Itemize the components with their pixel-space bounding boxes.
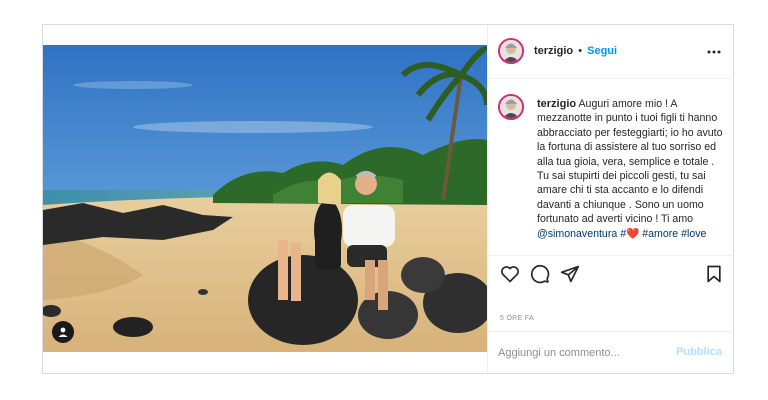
avatar[interactable] [498, 38, 524, 64]
bookmark-icon[interactable] [704, 264, 724, 284]
follow-button[interactable]: Segui [587, 45, 617, 57]
hashtag-amore[interactable]: #amore [642, 228, 678, 240]
comment-bubble-icon[interactable] [530, 264, 550, 284]
avatar-image [500, 40, 522, 62]
comment-form: Pubblica [488, 331, 734, 373]
caption-avatar-image [500, 96, 522, 118]
mention-link[interactable]: @simonaventura [537, 228, 617, 240]
post-sidebar: terzigio • Segui terzigio Auguri amore m… [487, 25, 734, 373]
more-options-icon[interactable] [706, 45, 722, 57]
caption-username-link[interactable]: terzigio [537, 98, 576, 110]
caption-paragraph-1: terzigio Auguri amore mio ! A mezzanotte… [537, 97, 725, 169]
like-glyph [501, 266, 519, 283]
caption-text-2: Tu sai stupirti dei piccoli gesti, tu sa… [537, 170, 706, 226]
header-text: terzigio • Segui [534, 45, 617, 57]
comment-glyph [530, 264, 550, 284]
more-dots-glyph [707, 50, 721, 54]
hashtag-love[interactable]: #love [681, 228, 706, 240]
instagram-post: terzigio • Segui terzigio Auguri amore m… [42, 24, 734, 374]
comment-input[interactable] [498, 344, 658, 362]
paper-plane-icon[interactable] [560, 264, 580, 284]
post-photo[interactable] [43, 45, 487, 352]
heart-emoji: ❤️ [626, 227, 640, 240]
caption-paragraph-2: Tu sai stupirti dei piccoli gesti, tu sa… [537, 169, 725, 241]
caption-text: terzigio Auguri amore mio ! A mezzanotte… [537, 97, 725, 241]
caption-avatar[interactable] [498, 94, 524, 120]
heart-outline-icon[interactable] [500, 264, 520, 284]
beach-photo [43, 45, 487, 352]
username-link[interactable]: terzigio [534, 45, 573, 57]
user-tag-icon[interactable] [52, 321, 74, 343]
separator: • [578, 45, 583, 57]
save-glyph [707, 265, 721, 283]
publish-button[interactable]: Pubblica [676, 346, 722, 358]
caption-area: terzigio Auguri amore mio ! A mezzanotte… [488, 79, 734, 255]
action-bar: 5 ORE FA [488, 255, 734, 322]
share-glyph [560, 265, 580, 283]
post-timestamp[interactable]: 5 ORE FA [500, 315, 534, 322]
post-header: terzigio • Segui [488, 25, 734, 79]
user-tag-glyph [58, 327, 68, 337]
post-media [43, 25, 487, 373]
hashtag-sep[interactable]: # [617, 228, 626, 240]
